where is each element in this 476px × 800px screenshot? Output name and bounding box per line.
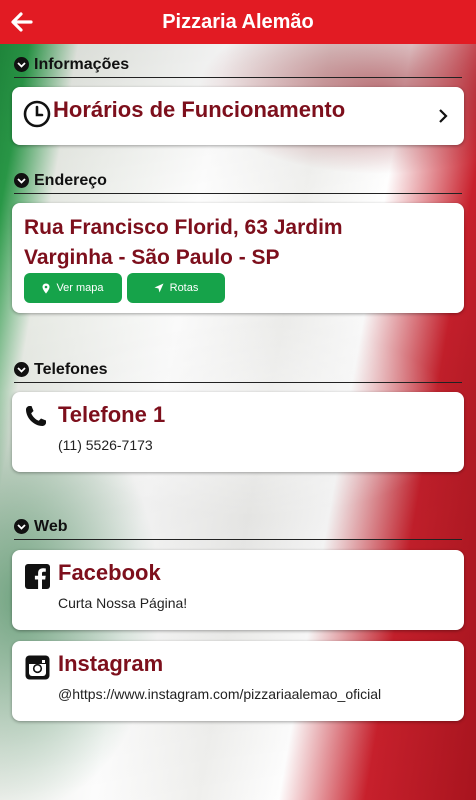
instagram-icon [24, 654, 50, 680]
map-marker-icon [42, 283, 50, 293]
app-header: Pizzaria Alemão [0, 0, 476, 44]
facebook-subtitle: Curta Nossa Página! [58, 595, 188, 611]
chevron-down-icon [14, 519, 29, 534]
address-line1: Rua Francisco Florid, 63 Jardim [24, 216, 343, 239]
phone-number: (11) 5526-7173 [58, 437, 153, 453]
section-label: Telefones [34, 360, 108, 378]
chevron-down-icon [14, 362, 29, 377]
arrow-left-icon [11, 12, 33, 32]
routes-button[interactable]: Rotas [127, 273, 225, 303]
section-label: Informações [34, 55, 130, 73]
section-label: Web [34, 517, 68, 535]
chevron-right-icon [436, 107, 450, 125]
view-map-label: Ver mapa [56, 282, 104, 294]
page-title: Pizzaria Alemão [162, 10, 314, 33]
phone-card[interactable]: Telefone 1 (11) 5526-7173 [12, 392, 464, 472]
back-button[interactable] [8, 8, 36, 36]
routes-label: Rotas [169, 282, 199, 294]
section-header-web: Web [14, 514, 462, 540]
instagram-card[interactable]: Instagram @https://www.instagram.com/piz… [12, 641, 464, 721]
instagram-subtitle: @https://www.instagram.com/pizzariaalema… [58, 686, 382, 702]
address-line2: Varginha - São Paulo - SP [24, 246, 280, 269]
hours-title: Horários de Funcionamento [53, 97, 346, 122]
facebook-icon [24, 563, 50, 589]
hours-card[interactable]: Horários de Funcionamento [12, 87, 464, 145]
clock-icon [22, 99, 52, 129]
view-map-button[interactable]: Ver mapa [24, 273, 122, 303]
chevron-down-icon [14, 57, 29, 72]
instagram-title: Instagram [58, 651, 164, 676]
facebook-title: Facebook [58, 560, 161, 585]
section-header-address: Endereço [14, 168, 462, 194]
section-label: Endereço [34, 171, 107, 189]
section-header-info: Informações [14, 52, 462, 78]
phone-title: Telefone 1 [58, 402, 166, 427]
phone-icon [23, 403, 49, 429]
address-card: Rua Francisco Florid, 63 Jardim Varginha… [12, 203, 464, 313]
facebook-card[interactable]: Facebook Curta Nossa Página! [12, 550, 464, 630]
section-header-phones: Telefones [14, 357, 462, 383]
navigation-arrow-icon [154, 283, 164, 293]
chevron-down-icon [14, 173, 29, 188]
